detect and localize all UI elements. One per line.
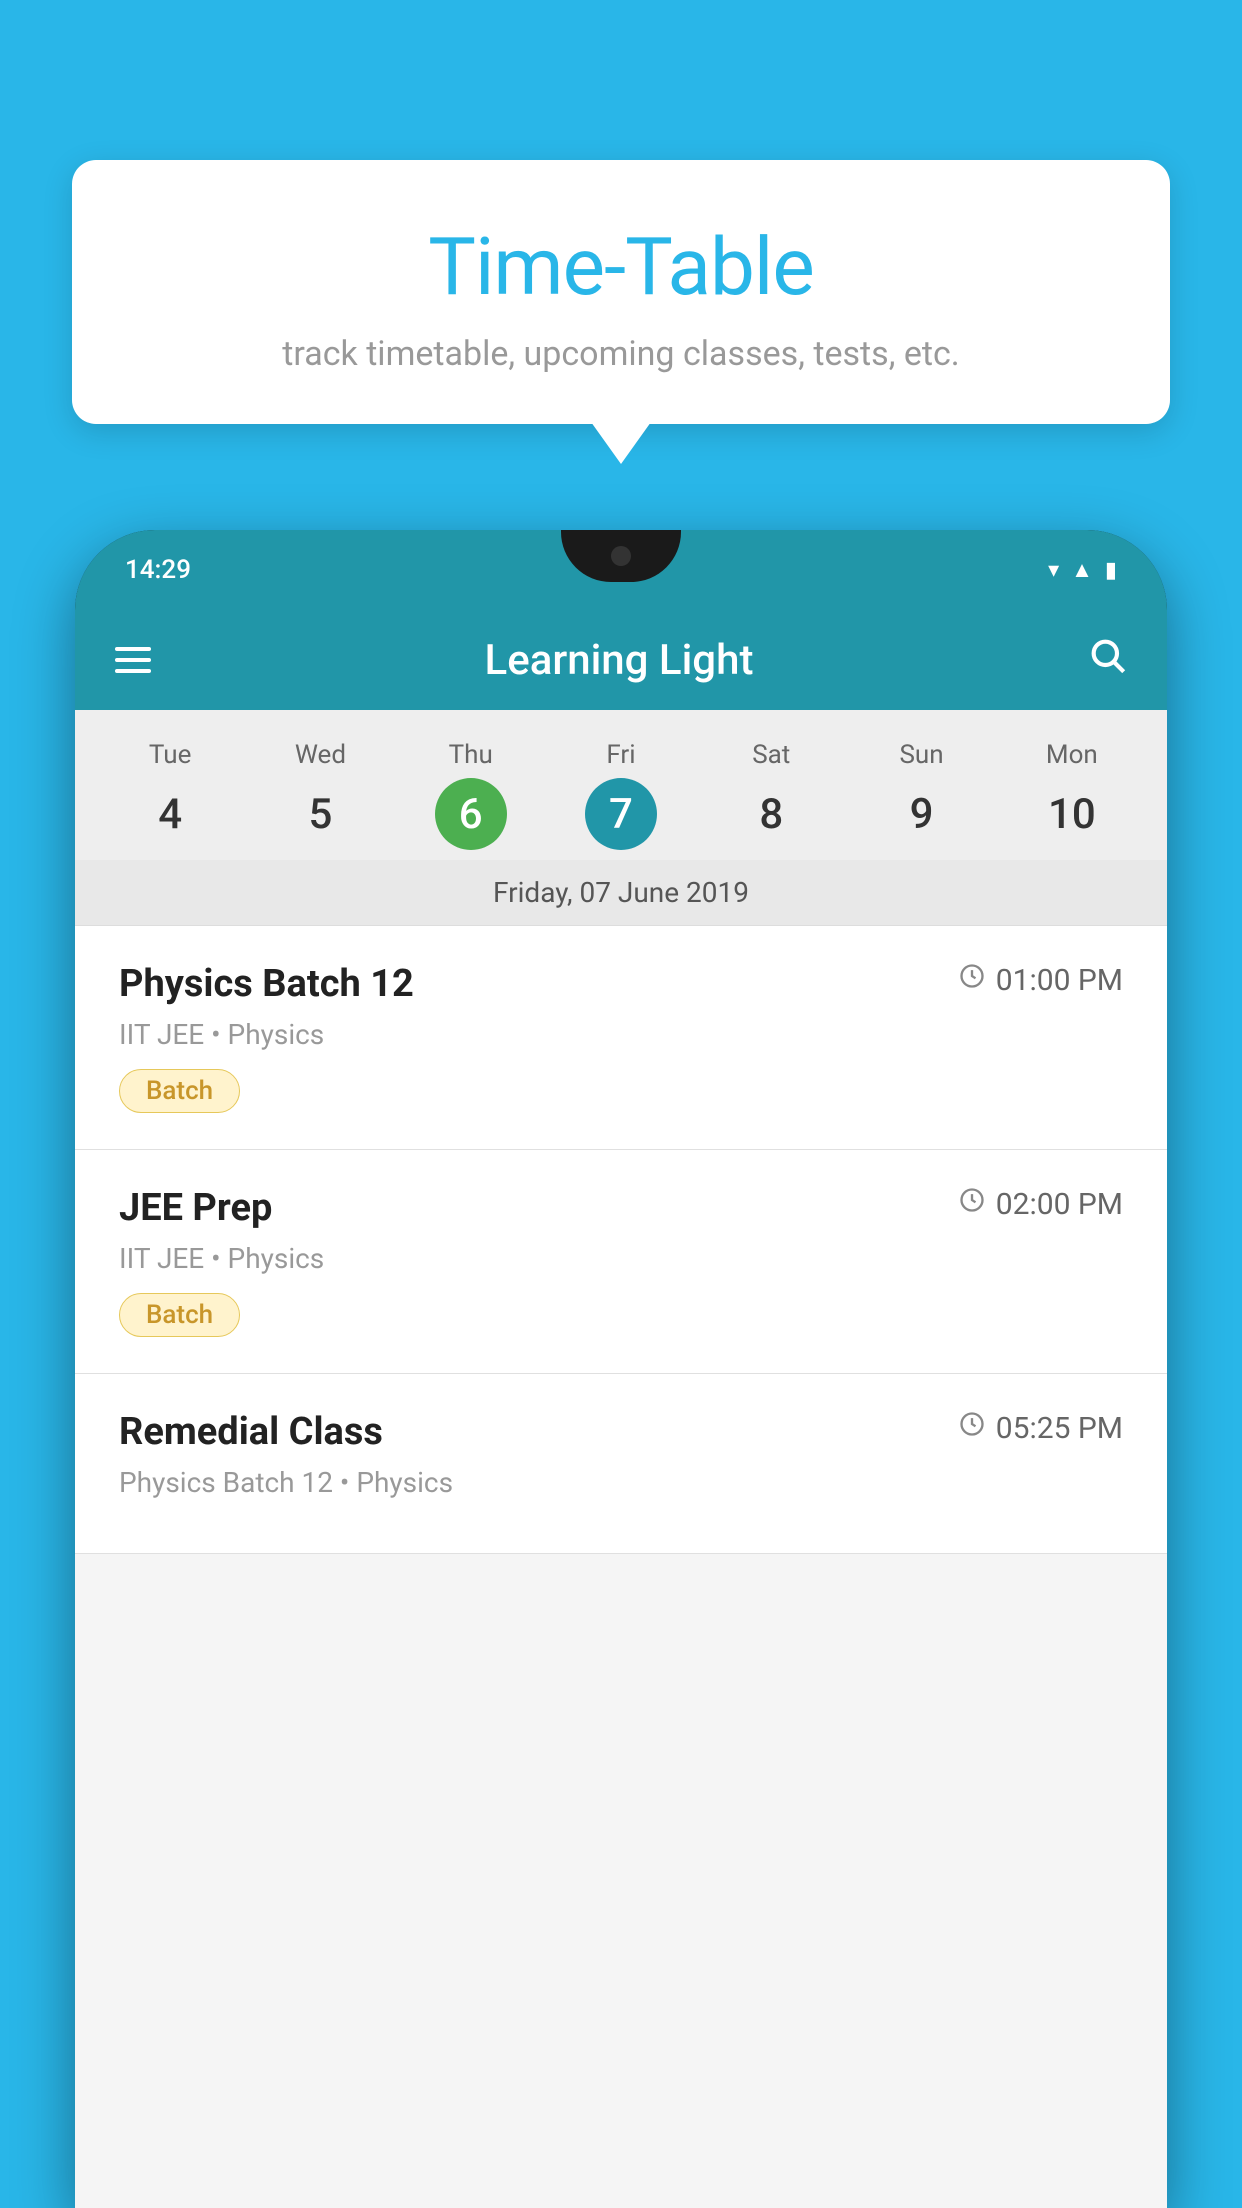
clock-icon [958, 962, 986, 998]
day-label: Wed [295, 740, 346, 770]
calendar: Tue 4 Wed 5 Thu 6 Fri 7 Sat 8 Sun 9 Mon 10 Friday, 07… [75, 710, 1167, 926]
day-label: Mon [1046, 740, 1098, 770]
class-card[interactable]: Remedial Class 05:25 PM Physics Batch 12 •… [75, 1374, 1167, 1554]
day-label: Tue [149, 740, 191, 770]
day-number: 8 [735, 778, 807, 850]
hamburger-menu-button[interactable] [115, 647, 151, 673]
camera-dot [611, 546, 631, 566]
batch-badge: Batch [119, 1069, 240, 1113]
tooltip-card: Time-Table track timetable, upcoming cla… [72, 160, 1170, 424]
signal-icon: ▲ [1071, 557, 1093, 583]
day-number: 7 [585, 778, 657, 850]
search-icon[interactable] [1087, 635, 1127, 685]
clock-icon [958, 1186, 986, 1222]
day-number: 6 [435, 778, 507, 850]
tooltip-title: Time-Table [122, 220, 1120, 314]
tooltip-subtitle: track timetable, upcoming classes, tests… [122, 334, 1120, 374]
class-name: Physics Batch 12 [119, 962, 414, 1006]
class-name: Remedial Class [119, 1410, 383, 1454]
class-meta: Physics Batch 12 • Physics [119, 1466, 1123, 1499]
class-time: 01:00 PM [958, 962, 1123, 998]
class-name: JEE Prep [119, 1186, 272, 1230]
day-label: Thu [449, 740, 493, 770]
wifi-icon: ▾ [1048, 558, 1059, 583]
class-card-header: Remedial Class 05:25 PM [119, 1410, 1123, 1454]
day-col-fri[interactable]: Fri 7 [561, 740, 681, 850]
class-time: 02:00 PM [958, 1186, 1123, 1222]
day-col-thu[interactable]: Thu 6 [411, 740, 531, 850]
day-number: 5 [284, 778, 356, 850]
day-col-tue[interactable]: Tue 4 [110, 740, 230, 850]
status-bar: 14:29 ▾ ▲ ▮ [75, 530, 1167, 610]
class-card[interactable]: JEE Prep 02:00 PM IIT JEE • Physics Batch [75, 1150, 1167, 1374]
selected-date: Friday, 07 June 2019 [75, 860, 1167, 926]
clock-icon [958, 1410, 986, 1446]
class-meta: IIT JEE • Physics [119, 1018, 1123, 1051]
day-col-mon[interactable]: Mon 10 [1012, 740, 1132, 850]
day-label: Sun [899, 740, 943, 770]
class-time: 05:25 PM [958, 1410, 1123, 1446]
day-label: Sat [752, 740, 790, 770]
class-card-header: JEE Prep 02:00 PM [119, 1186, 1123, 1230]
class-time-text: 02:00 PM [996, 1187, 1123, 1222]
battery-icon: ▮ [1105, 558, 1117, 583]
phone-frame: 14:29 ▾ ▲ ▮ Learning Light Tue4Wed5Thu6F… [75, 530, 1167, 2208]
classes-list: Physics Batch 12 01:00 PM IIT JEE • Physic… [75, 926, 1167, 1554]
day-col-sun[interactable]: Sun 9 [862, 740, 982, 850]
batch-badge: Batch [119, 1293, 240, 1337]
app-title: Learning Light [151, 636, 1087, 685]
class-card-header: Physics Batch 12 01:00 PM [119, 962, 1123, 1006]
class-card[interactable]: Physics Batch 12 01:00 PM IIT JEE • Physic… [75, 926, 1167, 1150]
days-row: Tue 4 Wed 5 Thu 6 Fri 7 Sat 8 Sun 9 Mon 10 [75, 730, 1167, 860]
day-col-sat[interactable]: Sat 8 [711, 740, 831, 850]
day-col-wed[interactable]: Wed 5 [260, 740, 380, 850]
day-label: Fri [606, 740, 635, 770]
day-number: 9 [886, 778, 958, 850]
status-icons: ▾ ▲ ▮ [1048, 557, 1117, 583]
app-bar: Learning Light [75, 610, 1167, 710]
notch-cutout [561, 530, 681, 582]
class-time-text: 05:25 PM [996, 1411, 1123, 1446]
day-number: 4 [134, 778, 206, 850]
day-number: 10 [1036, 778, 1108, 850]
status-time: 14:29 [125, 555, 191, 585]
class-meta: IIT JEE • Physics [119, 1242, 1123, 1275]
phone-screen: Tue 4 Wed 5 Thu 6 Fri 7 Sat 8 Sun 9 Mon 10 Friday, 07… [75, 710, 1167, 2208]
class-time-text: 01:00 PM [996, 963, 1123, 998]
